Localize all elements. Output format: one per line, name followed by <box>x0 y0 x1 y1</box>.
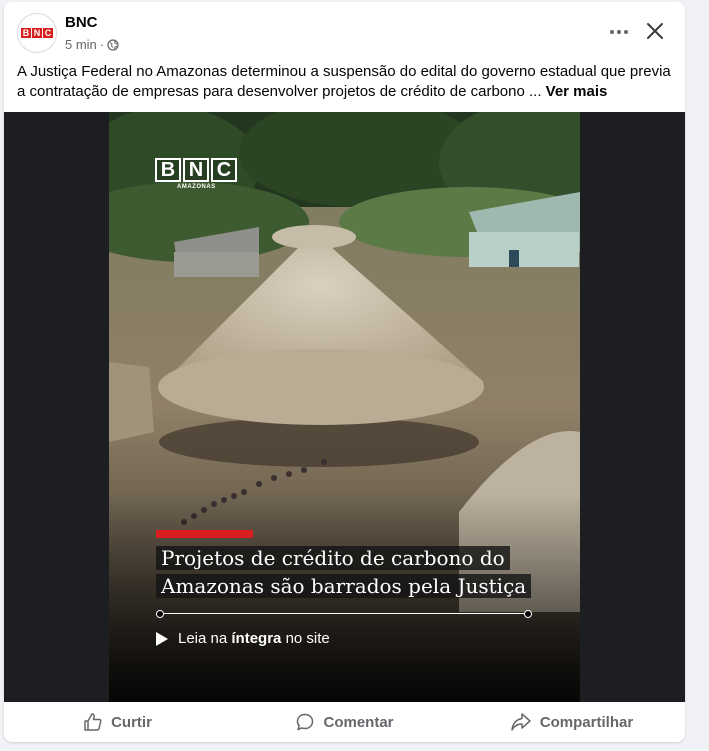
dot-icon <box>624 30 628 34</box>
play-icon[interactable] <box>156 631 168 646</box>
logo-letter: N <box>183 158 209 182</box>
globe-icon[interactable] <box>107 38 119 51</box>
close-icon[interactable] <box>642 18 668 44</box>
post-time[interactable]: 5 min <box>65 37 97 52</box>
see-more-link[interactable]: Ver mais <box>546 83 608 100</box>
logo-letters: B N C <box>155 158 237 182</box>
comment-icon <box>297 713 314 731</box>
avatar-letter: B <box>21 28 31 38</box>
like-label: Curtir <box>111 713 152 731</box>
accent-bar <box>156 530 253 538</box>
cta-prefix: Leia na <box>178 630 232 647</box>
share-button[interactable]: Compartilhar <box>458 704 685 740</box>
video-player[interactable]: B N C AMAZONAS Projetos de crédito de ca… <box>109 112 580 702</box>
dot-icon <box>617 30 621 34</box>
meta-separator: · <box>99 37 105 52</box>
headline-line-2: Amazonas são barrados pela Justiça <box>156 574 532 598</box>
read-more-cta[interactable]: Leia na íntegra no site <box>156 630 330 647</box>
video-progress-bar[interactable] <box>156 610 532 618</box>
post-actions: Curtir Comentar Compartilhar <box>4 702 685 742</box>
avatar-letter: N <box>32 28 42 38</box>
avatar[interactable]: B N C <box>17 13 57 53</box>
cta-bold: íntegra <box>231 630 282 647</box>
logo-subtitle: AMAZONAS <box>177 184 216 190</box>
brand-logo: B N C AMAZONAS <box>155 158 237 190</box>
avatar-logo: B N C <box>21 28 53 38</box>
headline-line-1: Projetos de crédito de carbono do <box>156 546 510 570</box>
thumbs-up-icon <box>84 713 102 731</box>
more-options-button[interactable] <box>604 19 634 45</box>
cta-text: Leia na íntegra no site <box>178 630 330 647</box>
like-button[interactable]: Curtir <box>4 704 231 740</box>
share-icon <box>511 713 531 731</box>
comment-label: Comentar <box>323 713 394 731</box>
video-headline: Projetos de crédito de carbono do Amazon… <box>156 544 566 600</box>
avatar-letter: C <box>43 28 53 38</box>
media-container: B N C AMAZONAS Projetos de crédito de ca… <box>4 112 685 702</box>
post-card: B N C BNC 5 min · A Justiça Federal no A… <box>4 2 685 742</box>
post-header: B N C BNC 5 min · <box>4 2 685 60</box>
comment-button[interactable]: Comentar <box>231 704 458 740</box>
cta-suffix: no site <box>281 630 330 647</box>
dot-icon <box>610 30 614 34</box>
post-text: A Justiça Federal no Amazonas determinou… <box>17 62 677 102</box>
page-name[interactable]: BNC <box>65 14 98 31</box>
logo-letter: B <box>155 158 181 182</box>
logo-letter: C <box>211 158 237 182</box>
share-label: Compartilhar <box>539 713 634 731</box>
post-meta: 5 min · <box>65 37 119 52</box>
